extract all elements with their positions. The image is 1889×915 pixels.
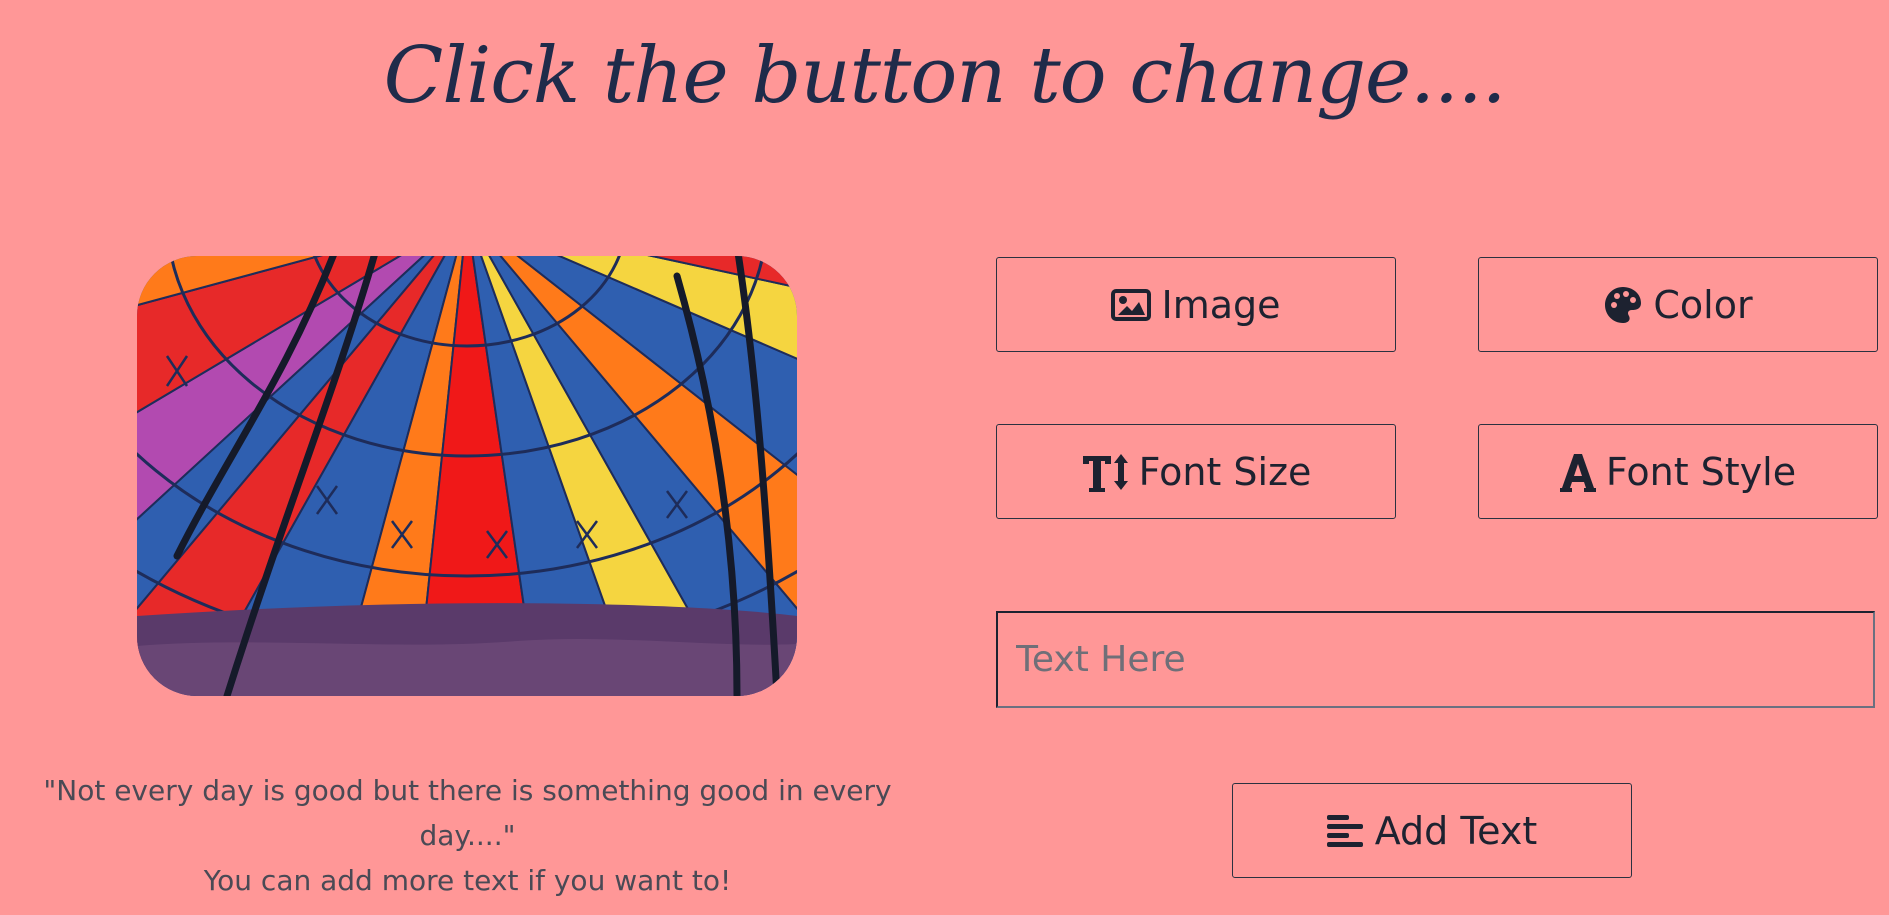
font-size-button-label: Font Size — [1138, 449, 1312, 494]
page-title: Click the button to change.... — [383, 31, 1507, 121]
text-height-icon — [1081, 452, 1129, 492]
image-button[interactable]: Image — [996, 257, 1396, 352]
hint-line: You can add more text if you want to! — [203, 864, 732, 897]
font-style-button[interactable]: Font Style — [1478, 424, 1878, 519]
hot-air-balloon-image — [137, 256, 797, 696]
quote-text: "Not every day is good but there is some… — [0, 768, 935, 903]
image-button-label: Image — [1161, 282, 1281, 327]
add-text-button[interactable]: Add Text — [1232, 783, 1632, 878]
text-input[interactable] — [996, 611, 1875, 708]
color-button[interactable]: Color — [1478, 257, 1878, 352]
palette-icon — [1603, 285, 1643, 325]
add-text-button-label: Add Text — [1374, 808, 1538, 853]
color-button-label: Color — [1653, 282, 1753, 327]
font-icon — [1559, 452, 1596, 492]
font-style-button-label: Font Style — [1605, 449, 1797, 494]
align-left-icon — [1326, 813, 1365, 849]
quote-line: "Not every day is good but there is some… — [43, 774, 892, 852]
image-icon — [1111, 288, 1152, 321]
font-size-button[interactable]: Font Size — [996, 424, 1396, 519]
